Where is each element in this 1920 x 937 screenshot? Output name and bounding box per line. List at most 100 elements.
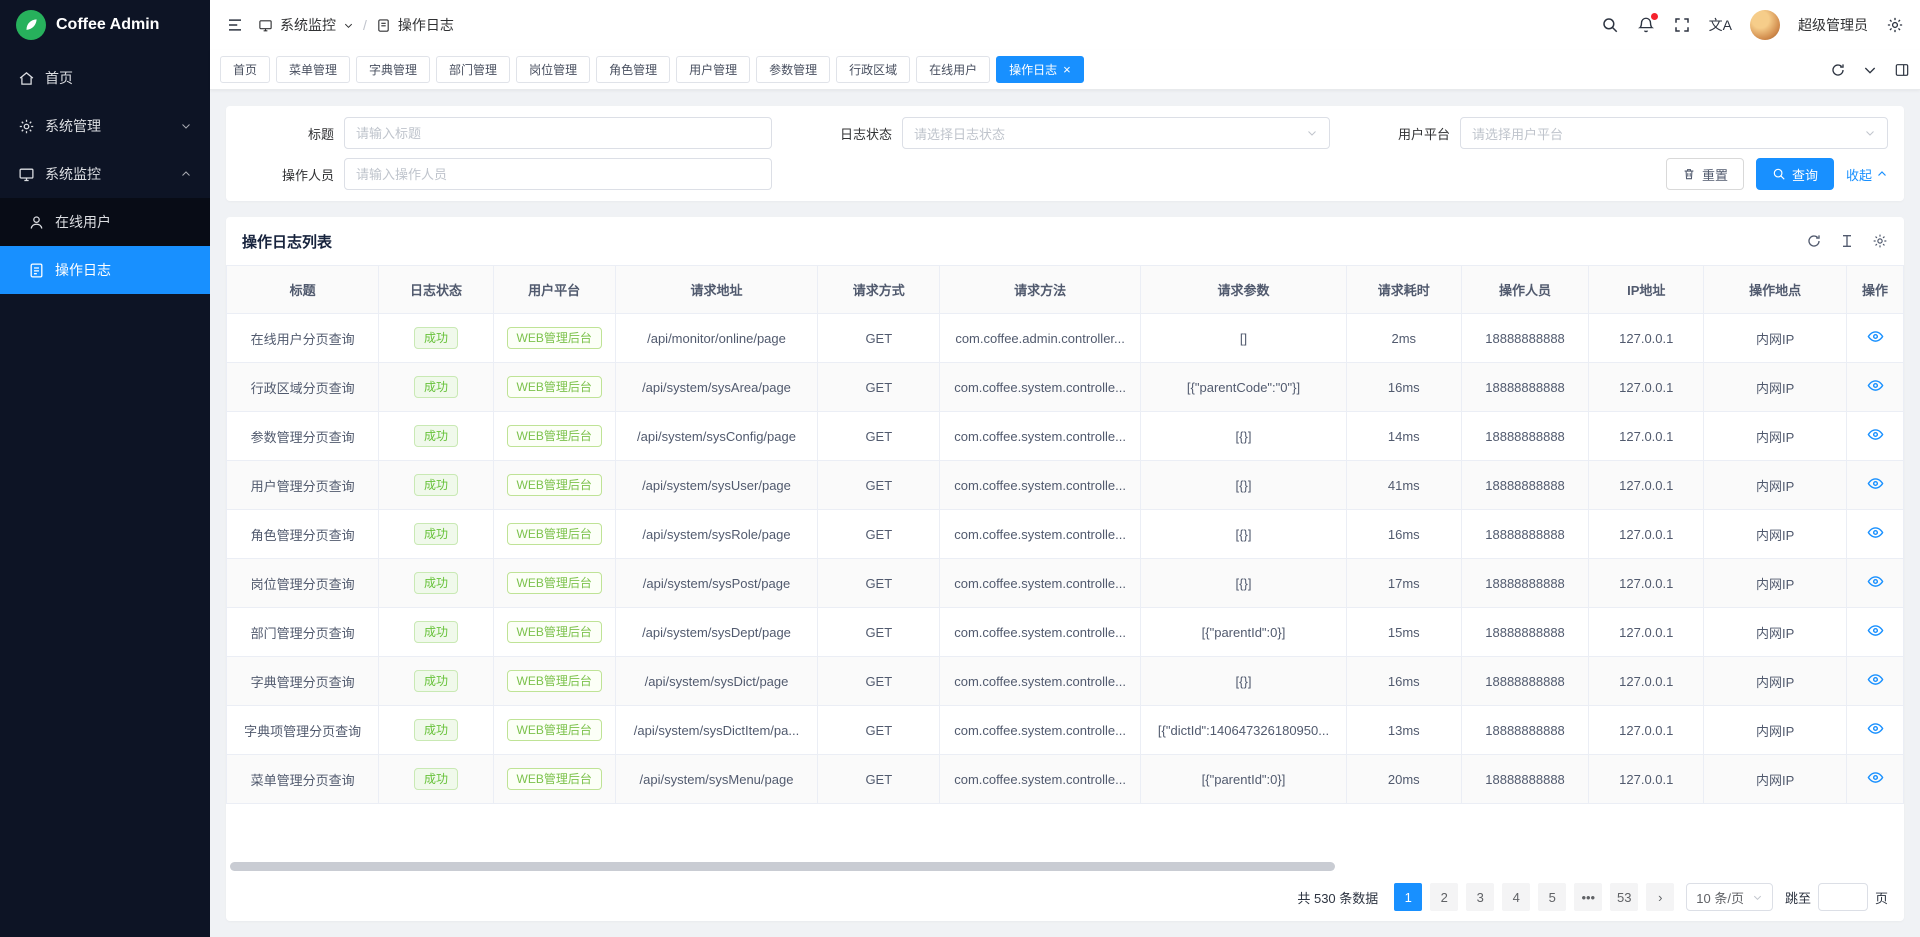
table-row: 用户管理分页查询成功WEB管理后台/api/system/sysUser/pag… [227, 461, 1904, 510]
view-detail-eye-icon[interactable] [1867, 720, 1884, 737]
platform-select[interactable]: 请选择用户平台 [1460, 117, 1888, 149]
view-detail-eye-icon[interactable] [1867, 377, 1884, 394]
cell-request-params: [{"parentId":0}] [1141, 608, 1347, 657]
cell-title: 菜单管理分页查询 [227, 755, 379, 804]
cell-operator: 18888888888 [1461, 657, 1589, 706]
operator-input[interactable] [344, 158, 772, 190]
current-user-name[interactable]: 超级管理员 [1798, 15, 1868, 35]
cell-ip-address: 127.0.0.1 [1589, 314, 1704, 363]
tab-参数管理[interactable]: 参数管理 [756, 56, 830, 83]
view-detail-eye-icon[interactable] [1867, 475, 1884, 492]
refresh-icon[interactable] [1806, 233, 1822, 249]
pager-page-53[interactable]: 53 [1610, 883, 1638, 911]
collapse-label: 收起 [1846, 165, 1872, 184]
cell-platform: WEB管理后台 [493, 657, 615, 706]
sidebar-item-home[interactable]: 首页 [0, 54, 210, 102]
view-detail-eye-icon[interactable] [1867, 769, 1884, 786]
status-select[interactable]: 请选择日志状态 [902, 117, 1330, 149]
platform-badge: WEB管理后台 [507, 327, 602, 349]
platform-badge: WEB管理后台 [507, 572, 602, 594]
tab-在线用户[interactable]: 在线用户 [916, 56, 990, 83]
tab-label: 角色管理 [609, 61, 657, 78]
sidebar-item-system-management[interactable]: 系统管理 [0, 102, 210, 150]
next-page-button[interactable]: › [1646, 883, 1674, 911]
tab-label: 字典管理 [369, 61, 417, 78]
platform-badge: WEB管理后台 [507, 376, 602, 398]
pager-page-3[interactable]: 3 [1466, 883, 1494, 911]
cell-platform: WEB管理后台 [493, 412, 615, 461]
tab-用户管理[interactable]: 用户管理 [676, 56, 750, 83]
view-detail-eye-icon[interactable] [1867, 671, 1884, 688]
cell-operator: 18888888888 [1461, 510, 1589, 559]
tab-actions-chevron-down-icon[interactable] [1862, 62, 1878, 78]
search-button[interactable]: 查询 [1756, 158, 1834, 190]
table-row: 参数管理分页查询成功WEB管理后台/api/system/sysConfig/p… [227, 412, 1904, 461]
row-density-icon[interactable] [1839, 233, 1855, 249]
tab-字典管理[interactable]: 字典管理 [356, 56, 430, 83]
user-avatar[interactable] [1750, 10, 1780, 40]
cell-operator: 18888888888 [1461, 608, 1589, 657]
tab-行政区域[interactable]: 行政区域 [836, 56, 910, 83]
view-detail-eye-icon[interactable] [1867, 524, 1884, 541]
cell-request-params: [{}] [1141, 412, 1347, 461]
pager-page-1[interactable]: 1 [1394, 883, 1422, 911]
column-header: 请求方法 [940, 266, 1141, 314]
tab-close-icon[interactable]: × [1063, 63, 1071, 76]
title-label: 标题 [242, 124, 334, 143]
language-translate-icon[interactable]: 文A [1709, 18, 1732, 32]
refresh-icon[interactable] [1830, 62, 1846, 78]
monitor-icon [258, 18, 273, 33]
filter-panel: 标题 日志状态 请选择日志状态 用户平台 请选择用户平台 [226, 106, 1904, 201]
cell-location: 内网IP [1704, 657, 1847, 706]
tab-菜单管理[interactable]: 菜单管理 [276, 56, 350, 83]
pager-ellipsis[interactable]: ••• [1574, 883, 1602, 911]
view-detail-eye-icon[interactable] [1867, 622, 1884, 639]
scrollbar-thumb[interactable] [230, 862, 1335, 871]
column-header: 请求耗时 [1346, 266, 1461, 314]
tab-bar: 首页菜单管理 字典管理 部门管理岗位管理 角色管理 用户管理参数管理行政区域在线用户操作… [210, 50, 1920, 90]
cell-request-method: GET [818, 559, 940, 608]
tab-岗位管理[interactable]: 岗位管理 [516, 56, 590, 83]
chevron-down-icon[interactable] [343, 20, 354, 31]
fullscreen-icon[interactable] [1673, 16, 1691, 34]
status-badge: 成功 [414, 376, 458, 398]
sidebar-collapse-icon[interactable] [226, 16, 244, 34]
jump-page-input[interactable] [1818, 883, 1868, 911]
platform-badge: WEB管理后台 [507, 523, 602, 545]
search-icon[interactable] [1601, 16, 1619, 34]
cell-location: 内网IP [1704, 608, 1847, 657]
view-detail-eye-icon[interactable] [1867, 573, 1884, 590]
cell-duration: 14ms [1346, 412, 1461, 461]
reset-button[interactable]: 重置 [1666, 158, 1744, 190]
pager-page-4[interactable]: 4 [1502, 883, 1530, 911]
tab-角色管理[interactable]: 角色管理 [596, 56, 670, 83]
platform-badge: WEB管理后台 [507, 670, 602, 692]
layout-panel-icon[interactable] [1894, 62, 1910, 78]
tab-部门管理[interactable]: 部门管理 [436, 56, 510, 83]
cell-location: 内网IP [1704, 559, 1847, 608]
cell-request-url: /api/system/sysDictItem/pa... [615, 706, 818, 755]
tab-首页[interactable]: 首页 [220, 56, 270, 83]
page-content: 标题 日志状态 请选择日志状态 用户平台 请选择用户平台 [210, 90, 1920, 937]
sidebar-item-system-monitor[interactable]: 系统监控 [0, 150, 210, 198]
notification-bell-icon[interactable] [1637, 16, 1655, 34]
cell-title: 部门管理分页查询 [227, 608, 379, 657]
cell-action [1847, 608, 1904, 657]
column-settings-gear-icon[interactable] [1872, 233, 1888, 249]
cell-location: 内网IP [1704, 510, 1847, 559]
view-detail-eye-icon[interactable] [1867, 426, 1884, 443]
view-detail-eye-icon[interactable] [1867, 328, 1884, 345]
collapse-filters-link[interactable]: 收起 [1846, 165, 1888, 184]
tab-操作日志[interactable]: 操作日志× [996, 56, 1084, 83]
pager-page-2[interactable]: 2 [1430, 883, 1458, 911]
cell-platform: WEB管理后台 [493, 510, 615, 559]
title-input[interactable] [344, 117, 772, 149]
sidebar-item-operation-log[interactable]: 操作日志 [0, 246, 210, 294]
cell-request-method: GET [818, 412, 940, 461]
breadcrumb: 系统监控 / 操作日志 [258, 15, 454, 35]
page-size-select[interactable]: 10 条/页 [1686, 883, 1773, 911]
breadcrumb-item-monitor[interactable]: 系统监控 [280, 15, 336, 35]
pager-page-5[interactable]: 5 [1538, 883, 1566, 911]
sidebar-item-online-users[interactable]: 在线用户 [0, 198, 210, 246]
settings-gear-icon[interactable] [1886, 16, 1904, 34]
